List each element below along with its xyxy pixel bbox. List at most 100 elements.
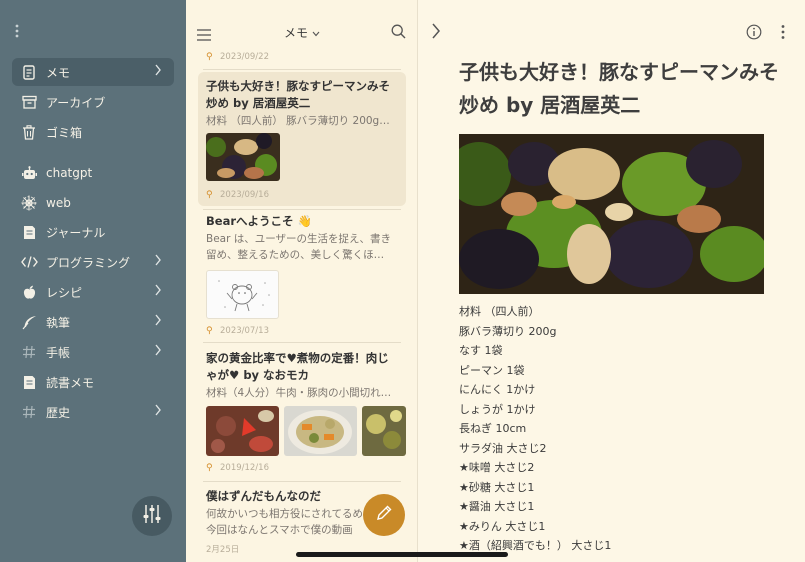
- note-list-panel: メモ ⚲ 2023/09/22 子供も大好き！豚なすピーマンみそ炒め by 居酒屋…: [186, 0, 418, 562]
- ingredient-line[interactable]: ★味噌 大さじ2: [459, 459, 534, 475]
- ingredient-line[interactable]: にんにく 1かけ: [459, 381, 535, 397]
- ingredient-line[interactable]: 材料 （四人前）: [459, 303, 540, 319]
- sidebar-item-writing[interactable]: 執筆: [12, 308, 174, 336]
- editor-panel: 子供も大好き！豚なすピーマンみそ炒め by 居酒屋英二 材料 （四人前） 豚バラ…: [419, 0, 805, 562]
- sidebar-item-archive[interactable]: アーカイブ: [12, 88, 174, 116]
- sidebar: メモ アーカイブ ゴミ箱 chatgpt web ジャーナル プログラミング レ…: [0, 0, 186, 562]
- sidebar-item-label: ゴミ箱: [46, 125, 83, 140]
- note-thumbnail: [206, 406, 279, 456]
- ingredient-line[interactable]: ★酒（紹興酒でも！） 大さじ1: [459, 537, 611, 553]
- code-icon: [20, 253, 38, 271]
- pencil-icon: [375, 504, 393, 526]
- note-preview: 材料（4人分）牛肉・豚肉の小間切れ…: [206, 387, 392, 399]
- sidebar-item-journal[interactable]: ジャーナル: [12, 218, 174, 246]
- divider: [203, 342, 401, 343]
- search-icon[interactable]: [391, 24, 406, 43]
- journal-icon: [20, 223, 38, 241]
- note-title: Bearへようこそ 👋: [206, 214, 312, 228]
- note-icon: [20, 63, 38, 81]
- ingredient-line[interactable]: サラダ油 大さじ2: [459, 440, 547, 456]
- ingredient-line[interactable]: 長ねぎ 10cm: [459, 420, 526, 436]
- note-date: 2019/12/16: [220, 463, 269, 473]
- sliders-button[interactable]: [132, 496, 172, 536]
- pin-icon: ⚲: [206, 190, 213, 200]
- sidebar-item-label: アーカイブ: [46, 95, 106, 110]
- note-title: 家の黄金比率で♥煮物の定番！肉じゃが♥ by なおモカ: [206, 351, 389, 382]
- archive-icon: [20, 93, 38, 111]
- robot-icon: [20, 164, 38, 182]
- web-icon: [20, 194, 38, 212]
- sidebar-item-planner[interactable]: 手帳: [12, 338, 174, 366]
- sidebar-item-label: 手帳: [46, 345, 71, 360]
- book-icon: [20, 373, 38, 391]
- list-title[interactable]: メモ: [284, 24, 320, 41]
- ingredient-line[interactable]: なす 1袋: [459, 342, 503, 358]
- chevron-right-icon: [154, 314, 168, 330]
- sidebar-item-trash[interactable]: ゴミ箱: [12, 118, 174, 146]
- sidebar-item-reading[interactable]: 読書メモ: [12, 368, 174, 396]
- note-date: 2023/09/22: [220, 52, 269, 62]
- note-thumbnail: [206, 133, 280, 181]
- sidebar-item-label: メモ: [46, 65, 71, 80]
- chevron-right-icon: [154, 344, 168, 360]
- ingredient-line[interactable]: ピーマン 1袋: [459, 362, 525, 378]
- divider: [203, 209, 401, 210]
- sidebar-item-label: chatgpt: [46, 166, 93, 180]
- note-thumbnail: [362, 406, 406, 456]
- note-heading[interactable]: 子供も大好き！豚なすピーマンみそ炒め by 居酒屋英二: [459, 56, 779, 122]
- sidebar-item-label: 執筆: [46, 315, 71, 330]
- hash-icon: [20, 403, 38, 421]
- note-thumbnail: [284, 406, 357, 456]
- divider: [203, 69, 401, 70]
- note-date: 2023/07/13: [220, 326, 269, 336]
- feather-icon: [20, 313, 38, 331]
- sidebar-item-label: web: [46, 196, 71, 210]
- note-preview: 材料 （四人前） 豚バラ薄切り 200g…: [206, 115, 390, 127]
- hamburger-icon[interactable]: [196, 26, 212, 45]
- note-title: 子供も大好き！豚なすピーマンみそ炒め by 居酒屋英二: [206, 79, 390, 110]
- chevron-right-icon: [154, 254, 168, 270]
- apple-icon: [20, 283, 38, 301]
- sidebar-item-label: ジャーナル: [46, 225, 106, 240]
- note-preview: 何故かいつも相方役にされてるめ よ 今回はなんとスマホで僕の動画: [206, 508, 377, 536]
- pin-icon: ⚲: [206, 463, 213, 473]
- note-date: 2023/09/16: [220, 190, 269, 200]
- sliders-icon: [143, 504, 161, 528]
- more-icon[interactable]: [781, 24, 785, 44]
- chevron-right-icon: [154, 404, 168, 420]
- chevron-right-icon: [154, 64, 168, 80]
- hash-icon: [20, 343, 38, 361]
- note-list-header: メモ: [186, 0, 417, 50]
- ingredient-line[interactable]: しょうが 1かけ: [459, 401, 536, 417]
- pin-icon: ⚲: [206, 52, 213, 62]
- sidebar-item-label: プログラミング: [46, 255, 131, 270]
- list-item[interactable]: ⚲ 2023/09/22: [198, 52, 406, 66]
- note-date: 2月25日: [206, 545, 240, 555]
- bear-illustration-thumbnail: [206, 270, 279, 319]
- sidebar-item-web[interactable]: web: [12, 189, 174, 217]
- new-note-button[interactable]: [363, 494, 405, 536]
- pin-icon: ⚲: [206, 326, 213, 336]
- sidebar-item-memo[interactable]: メモ: [12, 58, 174, 86]
- sidebar-item-label: レシピ: [46, 285, 83, 300]
- ingredient-line[interactable]: ★醤油 大さじ1: [459, 498, 534, 514]
- sidebar-item-recipe[interactable]: レシピ: [12, 278, 174, 306]
- chevron-right-icon: [154, 284, 168, 300]
- ingredient-line[interactable]: 豚バラ薄切り 200g: [459, 323, 556, 339]
- trash-icon: [20, 123, 38, 141]
- sidebar-item-label: 歴史: [46, 405, 71, 420]
- recipe-photo: [459, 134, 764, 294]
- note-preview: Bear は、ユーザーの生活を捉え、書き留め、整えるための、美しく驚くほ…: [206, 233, 392, 261]
- sidebar-item-programming[interactable]: プログラミング: [12, 248, 174, 276]
- chevron-down-icon: [312, 31, 320, 37]
- sidebar-menu-icon[interactable]: [15, 24, 21, 38]
- chevron-right-icon[interactable]: [431, 22, 441, 44]
- ingredient-line[interactable]: ★みりん 大さじ1: [459, 518, 545, 534]
- sidebar-item-label: 読書メモ: [46, 375, 95, 390]
- divider: [203, 481, 401, 482]
- sidebar-item-history[interactable]: 歴史: [12, 398, 174, 426]
- home-indicator[interactable]: [296, 552, 508, 557]
- sidebar-item-chatgpt[interactable]: chatgpt: [12, 159, 174, 187]
- ingredient-line[interactable]: ★砂糖 大さじ1: [459, 479, 534, 495]
- info-icon[interactable]: [746, 24, 762, 44]
